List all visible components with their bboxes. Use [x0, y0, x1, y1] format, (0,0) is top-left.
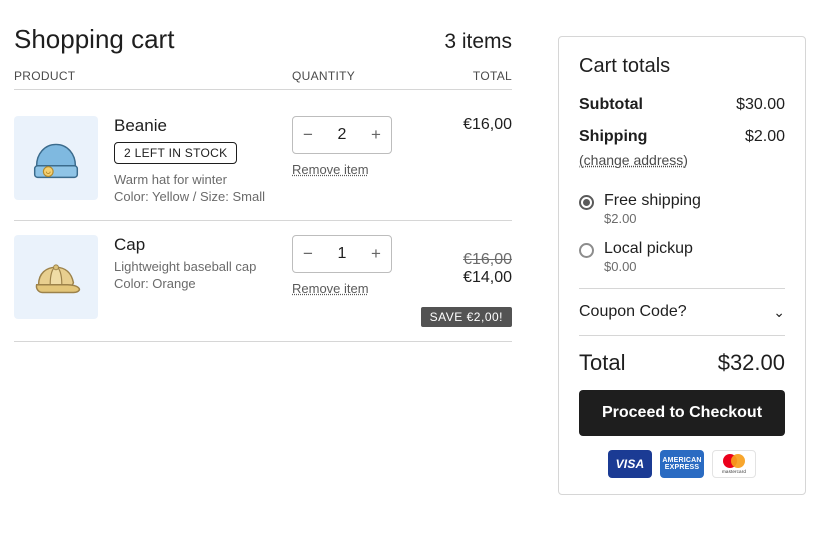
shipping-value: $2.00	[745, 128, 785, 146]
cart-line: Beanie 2 LEFT IN STOCK Warm hat for wint…	[14, 102, 512, 221]
plus-icon[interactable]: +	[361, 117, 391, 153]
column-header-total: TOTAL	[412, 69, 512, 83]
minus-icon[interactable]: −	[293, 117, 323, 153]
total-label: Total	[579, 350, 625, 376]
remove-item-link[interactable]: Remove item	[292, 281, 369, 296]
minus-icon[interactable]: −	[293, 236, 323, 272]
line-total: €16,00	[412, 116, 512, 134]
shipping-option[interactable]: Local pickup $0.00	[579, 240, 785, 274]
page-title: Shopping cart	[14, 24, 174, 55]
line-original-price: €16,00	[412, 251, 512, 269]
mastercard-icon: mastercard	[712, 450, 756, 478]
plus-icon[interactable]: +	[361, 236, 391, 272]
shipping-option-label: Local pickup	[604, 240, 693, 258]
change-address-link[interactable]: (change address)	[579, 152, 688, 168]
remove-item-link[interactable]: Remove item	[292, 162, 369, 177]
chevron-down-icon: ⌄	[773, 304, 785, 321]
column-header-quantity: QUANTITY	[292, 69, 412, 83]
total-value: $32.00	[718, 350, 785, 376]
quantity-value[interactable]: 1	[323, 245, 361, 263]
savings-badge: SAVE €2,00!	[421, 307, 512, 327]
stock-badge: 2 LEFT IN STOCK	[114, 142, 237, 164]
product-image	[14, 235, 98, 319]
cart-panel: Shopping cart 3 items PRODUCT QUANTITY T…	[14, 24, 512, 342]
subtotal-value: $30.00	[736, 96, 785, 114]
item-count: 3 items	[444, 30, 512, 54]
radio-icon[interactable]	[579, 243, 594, 258]
totals-title: Cart totals	[579, 55, 785, 78]
subtotal-label: Subtotal	[579, 96, 643, 114]
product-variant: Color: Yellow / Size: Small	[114, 189, 265, 204]
product-name: Cap	[114, 235, 256, 255]
product-variant: Color: Orange	[114, 276, 256, 291]
product-image	[14, 116, 98, 200]
column-header-product: PRODUCT	[14, 69, 292, 83]
coupon-label: Coupon Code?	[579, 303, 687, 321]
divider	[579, 335, 785, 336]
cart-line: Cap Lightweight baseball cap Color: Oran…	[14, 221, 512, 342]
quantity-value[interactable]: 2	[323, 126, 361, 144]
shipping-option[interactable]: Free shipping $2.00	[579, 192, 785, 226]
shipping-option-label: Free shipping	[604, 192, 701, 210]
line-price: €14,00	[412, 269, 512, 287]
checkout-button[interactable]: Proceed to Checkout	[579, 390, 785, 436]
divider	[579, 288, 785, 289]
shipping-option-price: $2.00	[604, 211, 701, 226]
cap-icon	[25, 246, 87, 308]
visa-card-icon: VISA	[608, 450, 652, 478]
amex-card-icon: AMERICANEXPRESS	[660, 450, 704, 478]
coupon-toggle[interactable]: Coupon Code? ⌄	[579, 303, 785, 321]
shipping-option-price: $0.00	[604, 259, 693, 274]
quantity-stepper: − 2 +	[292, 116, 392, 154]
shipping-label: Shipping	[579, 128, 647, 146]
product-description: Lightweight baseball cap	[114, 259, 256, 274]
product-name: Beanie	[114, 116, 265, 136]
beanie-icon	[25, 127, 87, 189]
radio-icon[interactable]	[579, 195, 594, 210]
product-description: Warm hat for winter	[114, 172, 265, 187]
cart-totals-panel: Cart totals Subtotal $30.00 Shipping $2.…	[558, 36, 806, 495]
quantity-stepper: − 1 +	[292, 235, 392, 273]
